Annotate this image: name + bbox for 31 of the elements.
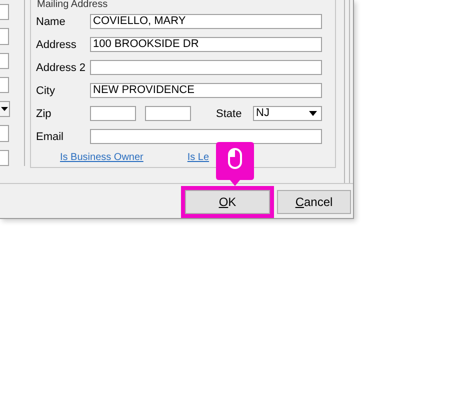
input-field[interactable]: NEW PROVIDENCE (90, 83, 322, 98)
input-field[interactable] (0, 125, 9, 142)
caret-icon (1, 107, 8, 112)
input-field[interactable] (0, 28, 9, 45)
input-field[interactable] (90, 60, 322, 75)
dropdown-field[interactable] (0, 101, 10, 118)
ok-button[interactable]: OK (185, 190, 270, 214)
input-field[interactable] (0, 4, 9, 20)
input-field[interactable] (90, 129, 322, 144)
field-label: Address (35, 38, 78, 50)
field-label: Name (35, 16, 66, 28)
caret-icon (309, 111, 317, 116)
callout-bubble (216, 142, 254, 186)
field-label: Zip (35, 108, 52, 120)
input-field[interactable] (90, 106, 136, 121)
link[interactable]: Is Le (187, 152, 210, 163)
link[interactable]: Is Business Owner (60, 152, 144, 163)
field-label: City (35, 84, 56, 96)
input-field[interactable] (0, 52, 9, 69)
input-field[interactable] (0, 76, 9, 94)
field-label: Email (35, 130, 65, 142)
group-title: Mailing Address (36, 0, 109, 10)
cancel-button[interactable]: Cancel (277, 190, 351, 214)
input-field[interactable]: COVIELLO, MARY (90, 14, 322, 29)
input-field[interactable] (0, 150, 9, 166)
field-label: State (216, 108, 243, 120)
field-label: Address 2 (35, 62, 87, 74)
mouse-icon (228, 148, 242, 169)
input-field[interactable]: 100 BROOKSIDE DR (90, 37, 322, 52)
input-field[interactable] (145, 106, 191, 121)
state-dropdown[interactable]: NJ (253, 106, 322, 121)
